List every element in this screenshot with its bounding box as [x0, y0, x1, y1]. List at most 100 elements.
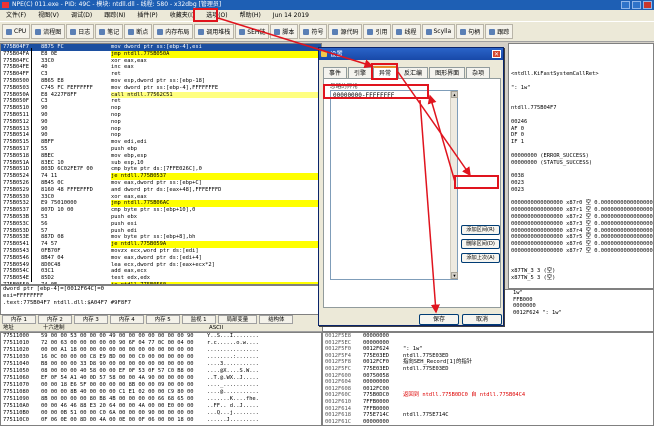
dump-row[interactable]: 77511060 EF 0F 54 A1 40 0D 57 58 00 00 4A… — [1, 375, 321, 382]
toolbar-button-8[interactable]: 脚本 — [270, 24, 299, 39]
menu-item-6[interactable]: 选项(O) — [200, 10, 233, 21]
menu-item-3[interactable]: 跟踪(N) — [98, 10, 131, 21]
register-row[interactable]: AF 0 — [509, 126, 653, 133]
register-row[interactable]: ": 1w" — [509, 85, 653, 92]
register-row[interactable]: IF 1 — [509, 139, 653, 146]
toolbar-button-13[interactable]: Scylla — [421, 24, 456, 39]
stack-row[interactable]: 0012F5F0 0012F624 ": 1w" — [323, 346, 653, 353]
disasm-row[interactable]: 775B0549 8D0C48 lea ecx,dword ptr ds:[eax+… — [1, 262, 321, 269]
dump-tab-4[interactable]: 内存 5 — [145, 315, 180, 324]
dump-row[interactable]: 775110A0 00 00 46 46 88 E3 20 64 00 00 4A… — [1, 403, 321, 410]
dump-row[interactable]: 77511050 08 00 00 00 40 58 00 00 EF 0F 53… — [1, 368, 321, 375]
toolbar-button-1[interactable]: 流程图 — [31, 24, 66, 39]
settings-tab-5[interactable]: 杂项 — [466, 67, 491, 78]
disasm-row[interactable]: 775B0515 8BFF mov edi,edi — [1, 139, 321, 146]
add-last-button[interactable]: 添加上次(A) — [461, 253, 500, 263]
stack-row[interactable]: 0012F604 00000000 — [323, 379, 653, 386]
disasm-row[interactable]: 775B0530 33C0 xor eax,eax — [1, 194, 321, 201]
register-row[interactable]: 0000000000000000 x87r7 空 0.0000000000000… — [509, 248, 653, 255]
dump-tab-5[interactable]: 监视 1 — [181, 315, 216, 324]
disasm-row[interactable]: 775B0546 8B47 04 mov eax,dword ptr ds:[edi… — [1, 255, 321, 262]
disasm-row[interactable]: 775B04FF C3 ret — [1, 71, 321, 78]
disasm-row[interactable]: 775B0543 0FB70F movzx ecx,word ptr ds:[edi… — [1, 248, 321, 255]
dump-row[interactable]: 77511080 00 00 00 8B 40 00 00 00 C1 E1 02… — [1, 389, 321, 396]
menu-item-4[interactable]: 插件(P) — [131, 10, 163, 21]
settings-tab-1[interactable]: 引擎 — [348, 67, 373, 78]
dump-tab-3[interactable]: 内存 4 — [109, 315, 144, 324]
register-row[interactable]: 0023 — [509, 180, 653, 187]
dump-row[interactable]: 775110B0 00 00 0B 51 00 00 C0 6A 00 00 00… — [1, 410, 321, 417]
stack-row[interactable]: 0012F600 00750058 — [323, 373, 653, 380]
register-row[interactable]: ntdll.775B04F7 — [509, 105, 653, 112]
toolbar-button-2[interactable]: 日志 — [66, 24, 95, 39]
stack-row[interactable]: 0012F5F4 775E03ED ntdll.775E03ED — [323, 353, 653, 360]
disasm-row[interactable]: 775B0512 90 nop — [1, 119, 321, 126]
disasm-row[interactable]: 775B0517 55 push ebp — [1, 146, 321, 153]
disasm-row[interactable]: 775B0529 8160 48 FFFEFFFD and dword ptr ds… — [1, 187, 321, 194]
register-row[interactable]: 00000000 (STATUS_SUCCESS) — [509, 160, 653, 167]
disasm-row[interactable]: 775B04F7 8B75 FC mov dword ptr ss:[ebp-4],… — [1, 44, 321, 51]
register-row[interactable]: 00000000 (ERROR_SUCCESS) — [509, 153, 653, 160]
disassembly-pane[interactable]: 775B04F7 8B75 FC mov dword ptr ss:[ebp-4],… — [0, 43, 322, 285]
disasm-row[interactable]: 775B050A E8 4227F8FF call ntdll.77562C51 — [1, 91, 321, 99]
dump-row[interactable]: 77511020 00 00 A1 18 00 00 00 00 00 00 00… — [1, 347, 321, 354]
register-row[interactable]: <ntdll.KiFastSystemCallRet> — [509, 71, 653, 78]
disasm-row[interactable]: 775B053C 56 push esi — [1, 221, 321, 228]
register-row[interactable]: 0038 — [509, 173, 653, 180]
disasm-row[interactable]: 775B053E 887D 08 mov byte ptr ss:[ebp+8],b… — [1, 234, 321, 241]
toolbar-button-0[interactable]: CPU — [2, 24, 31, 39]
save-button[interactable]: 保存 — [419, 314, 459, 325]
stack-row[interactable]: 0012F618 775E714C ntdll.775E714C — [323, 412, 653, 419]
dump-row[interactable]: 775110C0 0F 06 0E 00 8D 00 4A 00 0E 00 0F… — [1, 417, 321, 424]
register-row[interactable] — [509, 98, 653, 105]
toolbar-button-15[interactable]: 跟踪 — [485, 24, 514, 39]
dump-tab-7[interactable]: 结构体 — [259, 315, 294, 324]
register-row[interactable]: 0000000000000000 x87r1 空 0.0000000000000… — [509, 207, 653, 214]
stack-row[interactable]: 0012F614 7FFB0000 — [323, 406, 653, 413]
menu-item-8[interactable]: Jun 14 2019 — [267, 10, 315, 21]
disasm-row[interactable]: 775B0503 C745 FC FEFFFFFF mov dword ptr ss… — [1, 85, 321, 92]
register-row[interactable] — [509, 78, 653, 85]
add-range-button[interactable]: 添加区间(R) — [461, 225, 500, 235]
scroll-down-icon[interactable]: ▼ — [451, 272, 458, 279]
settings-tab-3[interactable]: 反汇编 — [398, 67, 429, 78]
menu-item-1[interactable]: 视图(V) — [32, 10, 65, 21]
register-row[interactable]: 0000000000000000 x87r2 空 0.0000000000000… — [509, 214, 653, 221]
disasm-row[interactable]: 775B0513 90 nop — [1, 126, 321, 133]
exception-range-item[interactable]: 00000000-FFFFFFFF — [331, 91, 457, 100]
disasm-row[interactable]: 775B050F C3 ret — [1, 98, 321, 105]
disasm-row[interactable]: 775B0514 90 nop — [1, 132, 321, 139]
disasm-row[interactable]: 775B0532 E9 75010000 jmp ntdll.775B06AC — [1, 200, 321, 208]
menu-item-0[interactable]: 文件(F) — [0, 10, 32, 21]
disasm-row[interactable]: 775B0526 8B45 0C mov eax,dword ptr ss:[ebp… — [1, 180, 321, 187]
register-row[interactable] — [509, 58, 653, 65]
disasm-row[interactable]: 775B0500 8B65 E8 mov esp,dword ptr ss:[ebp… — [1, 78, 321, 85]
settings-tab-0[interactable]: 事件 — [323, 67, 348, 78]
disasm-row[interactable]: 775B053B 53 push ebx — [1, 214, 321, 221]
dump-row[interactable]: 77511000 59 00 00 53 00 00 00 49 00 00 00… — [1, 333, 321, 340]
disasm-row[interactable]: 775B04FA E8 0E jmp ntdll.775B050A — [1, 50, 321, 58]
exception-range-list[interactable]: ▲ ▼ 00000000-FFFFFFFF — [330, 90, 458, 280]
disasm-row[interactable]: 775B0518 8BEC mov ebp,esp — [1, 153, 321, 160]
dump-pane[interactable]: 77511000 59 00 00 53 00 00 00 49 00 00 00… — [0, 332, 322, 426]
dump-row[interactable]: 77511090 8B 00 00 00 00 80 B8 4B 00 00 00… — [1, 396, 321, 403]
dump-tab-6[interactable]: 局部变量 — [217, 315, 258, 324]
disasm-row[interactable]: 775B054E 85D2 test edx,edx — [1, 275, 321, 282]
register-row[interactable] — [509, 92, 653, 99]
disasm-row[interactable]: 775B0541 74 57 je ntdll.775B059A — [1, 241, 321, 248]
toolbar-button-6[interactable]: 调用堆栈 — [194, 24, 235, 39]
stack-row[interactable]: 0012F610 7FFB0000 — [323, 399, 653, 406]
toolbar-button-3[interactable]: 笔记 — [95, 24, 124, 39]
dialog-close-button[interactable]: ✕ — [492, 50, 501, 58]
cancel-button[interactable]: 取消 — [462, 314, 502, 325]
stack-row[interactable]: 0012F5FC 775E03ED ntdll.775E03ED — [323, 366, 653, 373]
register-row[interactable] — [509, 51, 653, 58]
close-window-button[interactable] — [643, 1, 652, 9]
register-row[interactable]: 00246 — [509, 119, 653, 126]
toolbar-button-12[interactable]: 线程 — [392, 24, 421, 39]
stack-row[interactable]: 0012F5E8 00000000 — [323, 333, 653, 340]
stack-row[interactable]: 0012F5EC 00000000 — [323, 340, 653, 347]
range-list-scrollbar[interactable]: ▲ ▼ — [450, 91, 458, 279]
toolbar-button-5[interactable]: 内存布局 — [153, 24, 194, 39]
register-row[interactable]: 0000000000000000 x87r6 空 0.0000000000000… — [509, 241, 653, 248]
